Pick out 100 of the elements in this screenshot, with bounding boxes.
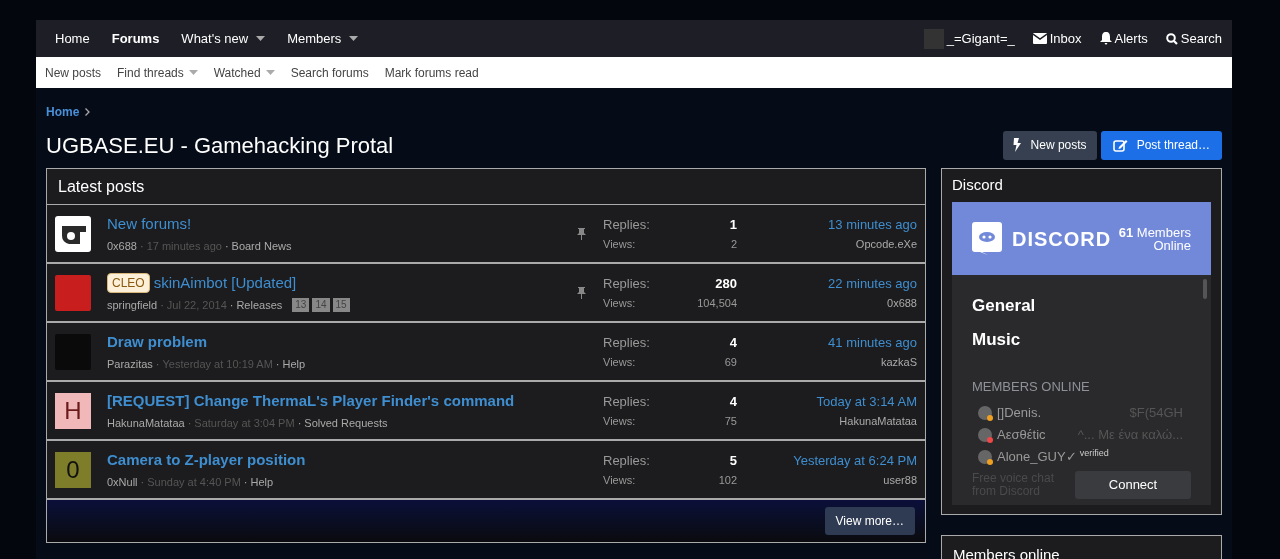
view-count: 69 [724,354,737,370]
nav-tab[interactable]: Home [44,20,101,57]
search-link[interactable]: Search [1165,28,1222,49]
sub-nav-link[interactable]: Watched [213,63,275,82]
caret-icon [349,36,359,41]
stat-label: Replies: [603,216,651,234]
separator-dot: · [155,356,160,372]
avatar-placeholder [978,405,992,420]
view-more-button[interactable]: View more… [824,507,915,535]
author-link[interactable]: HakunaMatataa [107,414,185,431]
last-post-time-link[interactable]: 22 minutes ago [828,274,917,294]
thread-title-link[interactable]: [REQUEST] Change ThermaL's Player Finder's command [107,390,515,413]
letter-avatar: H [55,392,91,429]
member-name: Alone_GUY✓ [997,447,1077,466]
inbox-link[interactable]: Inbox [1032,28,1082,49]
search-icon [1165,32,1178,45]
reply-count: 280 [714,275,737,293]
thread-title-link[interactable]: Draw problem [107,331,208,354]
forum-link[interactable]: Board News [231,237,292,254]
stat-label: Views: [603,236,637,252]
stat-label: Replies: [603,452,651,470]
forum-link[interactable]: Help [282,355,306,372]
chevron-icon [85,107,91,116]
separator-dot: · [243,474,248,490]
last-poster-link[interactable]: kazkaS [880,353,917,370]
logo-avatar [55,215,91,252]
thread-title-link[interactable]: skinAimbot [Updated] [153,272,297,295]
edit-icon [1112,138,1128,152]
voice-channel[interactable]: General [972,293,1183,319]
nav-tab[interactable]: Forums [100,20,171,57]
connect-button[interactable]: Connect [1075,470,1191,499]
author-link[interactable]: Parazitas [107,355,153,372]
last-post-time-link[interactable]: 41 minutes ago [828,333,917,353]
sub-nav-link[interactable]: Search forums [290,63,369,82]
thread-title-link[interactable]: New forums! [107,213,192,236]
stat-label: Views: [603,413,637,429]
caret-icon [188,70,198,75]
reply-count: 1 [729,216,737,234]
author-link[interactable]: springfield [107,296,158,313]
nav-tab[interactable]: What's new [170,20,277,57]
separator-dot: · [229,297,234,313]
stat-label: Views: [603,295,637,311]
online-count: 61 Members Online [1117,225,1191,252]
member-name: []Denis. [997,403,1042,422]
separator-dot: · [160,297,164,313]
separator-dot: · [275,356,280,372]
voice-channel[interactable]: Music [972,326,1183,352]
nav-tab[interactable]: Members [276,20,370,57]
prefix-label: CLEO [107,273,150,294]
separator-dot: · [224,238,229,254]
sub-nav-link[interactable]: New posts [45,63,102,82]
view-count: 75 [724,413,737,429]
new-posts-button[interactable]: New posts [1002,130,1097,160]
last-poster-link[interactable]: 0x688 [887,294,917,311]
separator-dot: · [140,474,145,490]
envelope-icon [1032,33,1047,44]
alerts-link[interactable]: Alerts [1099,28,1148,49]
author-link[interactable]: 0xNull [107,473,138,490]
scrollbar-thumb [1203,279,1207,299]
bell-icon [1099,32,1112,45]
forum-link[interactable]: Help [250,473,274,490]
user-menu-link[interactable]: _=Gigant=_ [923,28,1015,49]
reply-count: 4 [728,393,737,411]
panel-title: Members online [953,544,1061,559]
member-name: Aεσθέtic [997,425,1046,444]
reply-count: 4 [728,334,737,352]
section-heading: MEMBERS ONLINE [972,378,1091,396]
avatar-placeholder [978,449,992,464]
post-thread-button[interactable]: Post thread… [1100,130,1222,160]
view-count: 2 [729,236,737,252]
thread-title-link[interactable]: Camera to Z-player position [107,449,306,472]
caret-icon [256,36,266,41]
sub-nav-link[interactable]: Find threads [117,63,198,82]
stat-label: Replies: [603,393,651,411]
separator-dot: · [297,415,302,431]
last-post-time-link[interactable]: Yesterday at 6:24 PM [793,451,917,471]
last-poster-link[interactable]: user88 [883,471,917,488]
breadcrumb-link[interactable]: Home [46,102,80,121]
sub-nav-link[interactable]: Mark forums read [384,63,479,82]
reply-count: 5 [728,452,737,470]
view-count: 104,504 [697,295,737,311]
author-link[interactable]: 0x688 [107,237,137,254]
separator-dot: · [187,415,192,431]
lightning-icon [1012,138,1022,152]
stat-label: Views: [603,354,637,370]
verified-label: verified [1079,446,1109,460]
last-post-time-link[interactable]: Today at 3:14 AM [816,392,917,412]
last-poster-link[interactable]: Opcode.eXe [855,235,917,252]
stat-label: Replies: [603,334,651,352]
logo-text: DISCORD [1012,226,1112,252]
panel-title: Discord [952,175,1004,196]
avatar-placeholder [978,427,992,442]
stat-label: Views: [603,472,637,488]
letter-avatar: 0 [55,451,91,488]
view-count: 102 [718,472,737,488]
stat-label: Replies: [603,275,651,293]
forum-link[interactable]: Solved Requests [304,414,388,431]
last-post-time-link[interactable]: 13 minutes ago [828,215,917,235]
last-poster-link[interactable]: HakunaMatataa [839,412,917,429]
forum-link[interactable]: Releases [236,296,283,313]
